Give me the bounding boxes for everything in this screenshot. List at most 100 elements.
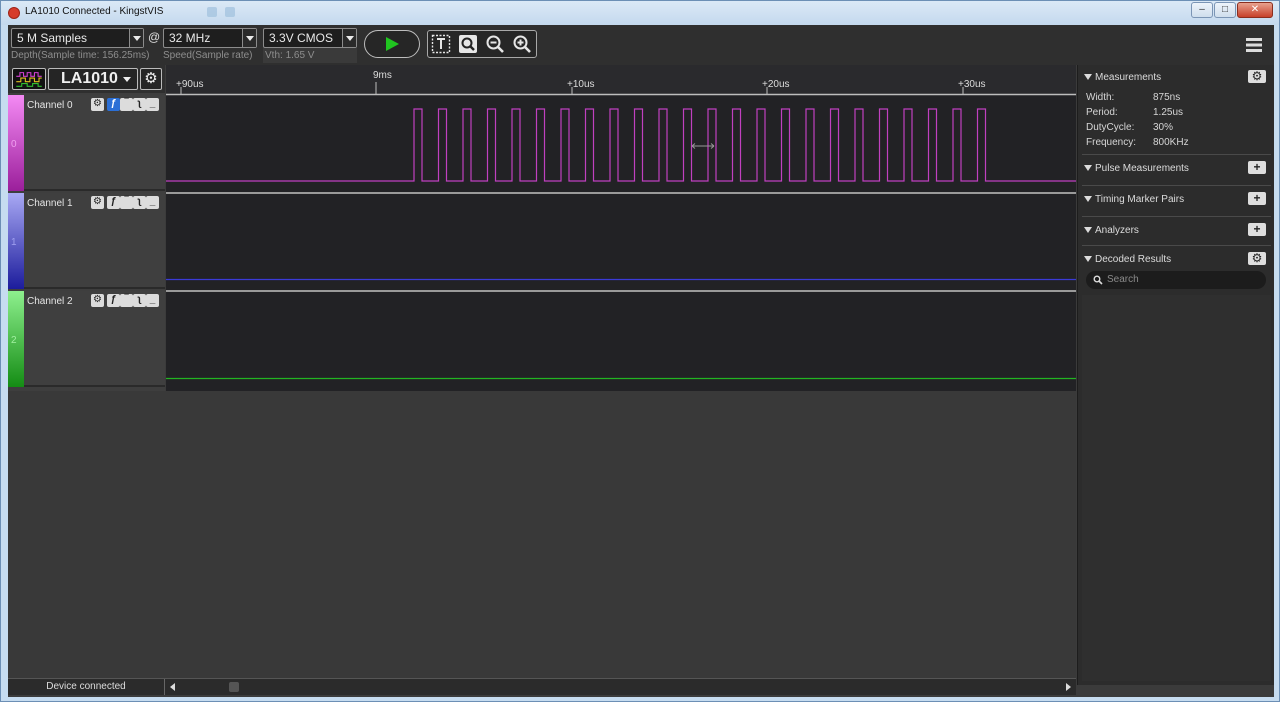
falling-edge-trigger-icon[interactable]: ʅ <box>133 294 146 307</box>
duty-cycle-label: DutyCycle: <box>1086 122 1135 133</box>
time-ruler[interactable] <box>166 65 1076 95</box>
add-timing-marker-button[interactable]: + <box>1248 192 1266 205</box>
sample-rate-select[interactable]: 32 MHz <box>163 28 257 48</box>
channel-settings-gear-icon[interactable]: ⚙ <box>91 98 104 111</box>
waveform-view[interactable]: 9ms +90us +10us +20us +30us <box>166 65 1076 391</box>
width-label: Width: <box>1086 92 1115 103</box>
pulse-measurements-header[interactable]: Pulse Measurements <box>1084 163 1189 174</box>
period-value: 1.25us <box>1153 107 1184 118</box>
minimize-button[interactable]: – <box>1191 2 1213 18</box>
low-level-trigger-icon[interactable]: _ <box>146 98 159 111</box>
channel-name: Channel 0 <box>27 100 73 111</box>
search-placeholder: Search <box>1107 274 1139 285</box>
zoom-fit-icon[interactable] <box>458 34 478 54</box>
ruler-tick-label: +10us <box>567 79 595 90</box>
chevron-down-icon[interactable] <box>129 29 143 47</box>
falling-edge-trigger-icon[interactable]: ʅ <box>133 196 146 209</box>
channel-row[interactable]: 2 Channel 2 ⚙ ƒ ‾ ʅ _ <box>8 291 165 387</box>
timing-marker-pairs-header[interactable]: Timing Marker Pairs <box>1084 194 1184 205</box>
device-select[interactable]: LA1010 <box>48 68 138 90</box>
threshold-caption: Vth: 1.65 V <box>265 50 315 61</box>
high-level-trigger-icon[interactable]: ‾ <box>120 294 133 307</box>
frequency-label: Frequency: <box>1086 137 1137 148</box>
analyzers-header[interactable]: Analyzers <box>1084 225 1139 236</box>
high-level-trigger-icon[interactable]: ‾ <box>120 98 133 111</box>
divider <box>1082 245 1271 246</box>
decoded-results-list[interactable] <box>1082 295 1271 681</box>
measurements-settings-gear-icon[interactable]: ⚙ <box>1248 70 1266 83</box>
divider <box>1082 154 1271 155</box>
window-title: LA1010 Connected - KingstVIS <box>25 6 164 17</box>
frequency-value: 800KHz <box>1153 137 1189 148</box>
chevron-down-icon[interactable] <box>242 29 256 47</box>
decoded-results-header[interactable]: Decoded Results <box>1084 254 1171 265</box>
threshold-select[interactable]: 3.3V CMOS <box>263 28 357 48</box>
sample-rate-caption: Speed(Sample rate) <box>163 50 253 61</box>
channel-row[interactable]: 1 Channel 1 ⚙ ƒ ‾ ʅ _ <box>8 193 165 289</box>
low-level-trigger-icon[interactable]: _ <box>146 294 159 307</box>
threshold-value: 3.3V CMOS <box>269 31 334 45</box>
scroll-left-icon[interactable] <box>170 683 175 691</box>
duty-cycle-value: 30% <box>1153 122 1174 133</box>
decoded-results-settings-gear-icon[interactable]: ⚙ <box>1248 252 1266 265</box>
low-level-trigger-icon[interactable]: _ <box>146 196 159 209</box>
status-bar: Device connected <box>8 678 1076 695</box>
empty-channel-area <box>8 391 1076 678</box>
add-pulse-measurement-button[interactable]: + <box>1248 161 1266 174</box>
status-text: Device connected <box>8 679 165 695</box>
rising-edge-trigger-icon[interactable]: ƒ <box>107 294 120 307</box>
rising-edge-trigger-icon[interactable]: ƒ <box>107 98 120 111</box>
scrollbar-thumb[interactable] <box>229 682 239 692</box>
period-label: Period: <box>1086 107 1118 118</box>
at-label: @ <box>148 30 161 44</box>
channel-name: Channel 2 <box>27 296 73 307</box>
ruler-tick-label: +30us <box>958 79 986 90</box>
channel-list: LA1010 ⚙ 0 Channel 0 ⚙ ƒ ‾ ʅ _ 1 Channel… <box>8 65 165 391</box>
channel-settings-gear-icon[interactable]: ⚙ <box>91 294 104 307</box>
channel-row[interactable]: 0 Channel 0 ⚙ ƒ ‾ ʅ _ <box>8 95 165 191</box>
add-analyzer-button[interactable]: + <box>1248 223 1266 236</box>
gear-icon: ⚙ <box>144 70 158 87</box>
horizontal-scrollbar[interactable] <box>166 679 1076 695</box>
hamburger-menu-icon[interactable] <box>1246 37 1262 53</box>
decoded-results-search-input[interactable]: Search <box>1086 271 1266 289</box>
quick-access-icon <box>225 7 235 17</box>
channel-index: 1 <box>11 237 17 248</box>
measurement-panel: Measurements ⚙ Width: 875ns Period: 1.25… <box>1077 65 1274 685</box>
falling-edge-trigger-icon[interactable]: ʅ <box>133 98 146 111</box>
chevron-down-icon[interactable] <box>342 29 356 47</box>
device-name: LA1010 <box>61 70 118 87</box>
quick-access-icon <box>207 7 217 17</box>
sample-depth-caption: Depth(Sample time: 156.25ms) <box>11 50 150 61</box>
waveform-icon[interactable] <box>12 68 46 90</box>
rising-edge-trigger-icon[interactable]: ƒ <box>107 196 120 209</box>
search-icon <box>1093 275 1103 285</box>
application-window: LA1010 Connected - KingstVIS – □ ✕ 5 M S… <box>0 0 1280 702</box>
device-settings-button[interactable]: ⚙ <box>140 68 162 90</box>
app-client-area: 5 M Samples Depth(Sample time: 156.25ms)… <box>8 25 1274 697</box>
text-cursor-icon[interactable] <box>431 34 451 54</box>
app-logo-icon <box>8 7 20 19</box>
chevron-down-icon <box>123 77 131 82</box>
divider <box>1082 216 1271 217</box>
ruler-tick-label: +20us <box>762 79 790 90</box>
start-capture-button[interactable] <box>364 30 420 58</box>
divider <box>1082 185 1271 186</box>
zoom-out-icon[interactable] <box>485 34 505 54</box>
sample-depth-select[interactable]: 5 M Samples <box>11 28 144 48</box>
scroll-right-icon[interactable] <box>1066 683 1071 691</box>
zoom-in-icon[interactable] <box>512 34 532 54</box>
close-button[interactable]: ✕ <box>1237 2 1273 18</box>
channel-settings-gear-icon[interactable]: ⚙ <box>91 196 104 209</box>
zoom-toolbar <box>427 30 537 58</box>
maximize-button[interactable]: □ <box>1214 2 1236 18</box>
channel-index: 0 <box>11 139 17 150</box>
channel-index: 2 <box>11 335 17 346</box>
ruler-tick-label: +90us <box>176 79 204 90</box>
scrollbar-track[interactable] <box>166 679 1076 695</box>
high-level-trigger-icon[interactable]: ‾ <box>120 196 133 209</box>
sample-depth-value: 5 M Samples <box>17 31 88 45</box>
channel-name: Channel 1 <box>27 198 73 209</box>
channel-0-waveform <box>166 108 1076 182</box>
measurements-header[interactable]: Measurements <box>1084 72 1161 83</box>
